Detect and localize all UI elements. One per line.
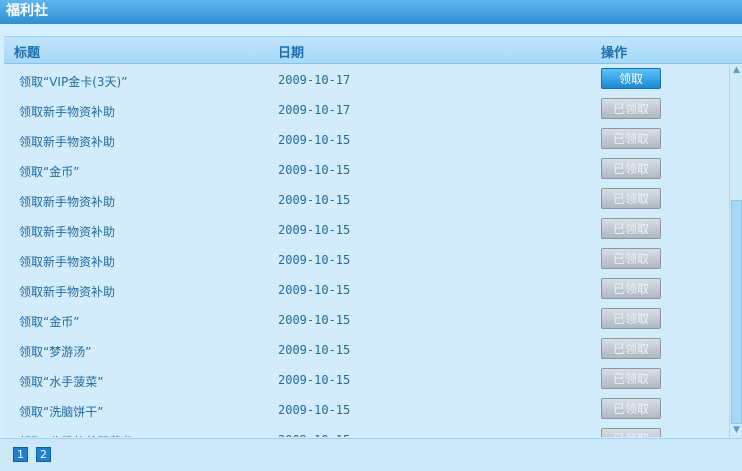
table-row: 领取“VIP金卡(3天)” 2009-10-17 领取: [4, 64, 728, 94]
table-row: 领取“金币” 2009-10-15 已领取: [4, 304, 728, 334]
row-title: 领取“北极仙翁羽菜龙”: [19, 433, 139, 437]
claimed-button[interactable]: 已领取: [601, 158, 661, 179]
claimed-button[interactable]: 已领取: [601, 338, 661, 359]
claimed-button[interactable]: 已领取: [601, 218, 661, 239]
table-row: 领取“水手菠菜” 2009-10-15 已领取: [4, 364, 728, 394]
table-row: 领取新手物资补助 2009-10-15 已领取: [4, 274, 728, 304]
row-title: 领取“金币”: [19, 165, 80, 179]
row-title: 领取新手物资补助: [19, 285, 116, 299]
row-date: 2009-10-15: [278, 283, 351, 297]
vertical-scrollbar[interactable]: ▲ ▼: [729, 64, 742, 437]
window-title: 福利社: [0, 0, 742, 24]
claimed-button[interactable]: 已领取: [601, 368, 661, 389]
table-row: 领取新手物资补助 2009-10-17 已领取: [4, 94, 728, 124]
claimed-button[interactable]: 已领取: [601, 128, 661, 149]
row-title: 领取新手物资补助: [19, 225, 116, 239]
row-title: 领取新手物资补助: [19, 135, 116, 149]
table-row: 领取“北极仙翁羽菜龙” 2009-10-15 已领取: [4, 424, 728, 437]
table-body: 领取“VIP金卡(3天)” 2009-10-17 领取领取新手物资补助 2009-10…: [4, 64, 728, 437]
claimed-button[interactable]: 已领取: [601, 188, 661, 209]
scroll-thumb[interactable]: [731, 200, 742, 424]
table-row: 领取“洗脑饼干” 2009-10-15 已领取: [4, 394, 728, 424]
table-row: 领取新手物资补助 2009-10-15 已领取: [4, 124, 728, 154]
row-date: 2009-10-15: [278, 403, 351, 417]
claimed-button[interactable]: 已领取: [601, 308, 661, 329]
row-title: 领取新手物资补助: [19, 195, 116, 209]
row-date: 2009-10-15: [278, 373, 351, 387]
welfare-window: 福利社 标题 日期 操作 领取“VIP金卡(3天)” 2009-10-17 领取 领取…: [0, 0, 742, 471]
row-title: 领取新手物资补助: [19, 255, 116, 269]
row-date: 2009-10-17: [278, 103, 351, 117]
table-row: 领取“梦游汤” 2009-10-15 已领取: [4, 334, 728, 364]
table-row: 领取新手物资补助 2009-10-15 已领取: [4, 184, 728, 214]
row-date: 2009-10-15: [278, 223, 351, 237]
scroll-up-icon[interactable]: ▲: [730, 64, 742, 77]
pagination: 1 2: [0, 438, 742, 471]
scroll-down-icon[interactable]: ▼: [730, 424, 742, 437]
row-date: 2009-10-15: [278, 313, 351, 327]
row-date: 2009-10-15: [278, 133, 351, 147]
table-row: 领取新手物资补助 2009-10-15 已领取: [4, 214, 728, 244]
row-date: 2009-10-17: [278, 73, 351, 87]
claimed-button[interactable]: 已领取: [601, 248, 661, 269]
row-date: 2009-10-15: [278, 163, 351, 177]
table-row: 领取新手物资补助 2009-10-15 已领取: [4, 244, 728, 274]
claim-button[interactable]: 领取: [601, 68, 661, 89]
page-2-button[interactable]: 2: [36, 447, 51, 462]
row-date: 2009-10-15: [278, 433, 350, 437]
header-date: 日期: [278, 46, 305, 61]
row-title: 领取“VIP金卡(3天)”: [19, 75, 128, 89]
table-row: 领取“金币” 2009-10-15 已领取: [4, 154, 728, 184]
row-date: 2009-10-15: [278, 253, 351, 267]
row-title: 领取“洗脑饼干”: [19, 405, 104, 419]
claimed-button[interactable]: 已领取: [601, 428, 661, 437]
row-date: 2009-10-15: [278, 193, 351, 207]
header-operation: 操作: [601, 46, 628, 61]
claimed-button[interactable]: 已领取: [601, 278, 661, 299]
table-header: 标题 日期 操作: [4, 37, 742, 64]
claimed-button[interactable]: 已领取: [601, 98, 661, 119]
welfare-table-panel: 标题 日期 操作 领取“VIP金卡(3天)” 2009-10-17 领取领取新手物资…: [4, 36, 742, 445]
row-title: 领取“金币”: [19, 315, 80, 329]
row-title: 领取“梦游汤”: [19, 345, 92, 359]
claimed-button[interactable]: 已领取: [601, 398, 661, 419]
row-title: 领取新手物资补助: [19, 105, 116, 119]
row-title: 领取“水手菠菜”: [19, 375, 104, 389]
header-title: 标题: [14, 46, 41, 61]
row-date: 2009-10-15: [278, 343, 351, 357]
page-1-button[interactable]: 1: [13, 447, 28, 462]
